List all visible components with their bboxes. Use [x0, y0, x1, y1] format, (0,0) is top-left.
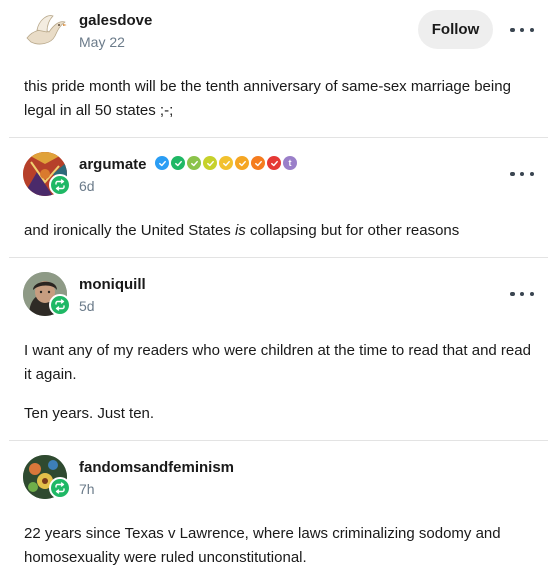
verified-badges: t — [155, 156, 297, 170]
post-fandomsandfeminism: fandomsandfeminism 7h 22 years since Tex… — [9, 440, 548, 582]
post-moniquill: moniquill 5d I want any of my readers wh… — [9, 257, 548, 440]
post-galesdove: galesdove May 22 Follow this pride month… — [9, 0, 548, 137]
more-options-icon[interactable] — [510, 22, 534, 38]
timestamp[interactable]: 6d — [79, 178, 95, 194]
post-body: I want any of my readers who were childr… — [24, 339, 534, 441]
paragraph: Ten years. Just ten. — [24, 405, 155, 422]
username[interactable]: argumate — [79, 156, 147, 173]
checkmark-badge-icon[interactable] — [251, 156, 265, 170]
tumblr-badge-icon[interactable]: t — [283, 156, 297, 170]
reblog-icon — [49, 294, 71, 316]
emphasis-text: is — [234, 222, 246, 239]
post-body: this pride month will be the tenth anniv… — [24, 75, 534, 138]
reblog-icon — [49, 477, 71, 499]
paragraph: and ironically the United States is coll… — [24, 219, 534, 243]
text-segment: and ironically the United States — [24, 222, 235, 239]
more-options-icon[interactable] — [510, 166, 534, 182]
more-options-icon[interactable] — [510, 286, 534, 302]
left-background — [0, 0, 9, 582]
paragraph: 22 years since Texas v Lawrence, where l… — [24, 525, 501, 566]
text-segment: collapsing but for other reasons — [245, 222, 460, 239]
timestamp[interactable]: May 22 — [79, 34, 125, 50]
checkmark-badge-icon[interactable] — [235, 156, 249, 170]
username[interactable]: galesdove — [79, 12, 152, 29]
paragraph: I want any of my readers who were childr… — [24, 342, 531, 383]
checkmark-badge-icon[interactable] — [171, 156, 185, 170]
checkmark-badge-icon[interactable] — [267, 156, 281, 170]
timestamp[interactable]: 7h — [79, 481, 95, 497]
checkmark-badge-icon[interactable] — [203, 156, 217, 170]
timestamp[interactable]: 5d — [79, 298, 95, 314]
post-body: and ironically the United States is coll… — [24, 219, 534, 258]
username[interactable]: fandomsandfeminism — [79, 459, 234, 476]
dove-avatar-image — [26, 15, 67, 45]
checkmark-badge-icon[interactable] — [187, 156, 201, 170]
paragraph: this pride month will be the tenth anniv… — [24, 78, 511, 119]
follow-button[interactable]: Follow — [418, 10, 493, 49]
reblog-icon — [49, 174, 71, 196]
post-body: 22 years since Texas v Lawrence, where l… — [24, 522, 534, 582]
reblog-thread: galesdove May 22 Follow this pride month… — [9, 0, 548, 582]
username[interactable]: moniquill — [79, 276, 146, 293]
right-background — [548, 0, 557, 582]
post-argumate: argumate t 6d and ironically the United … — [9, 137, 548, 257]
avatar-galesdove[interactable] — [23, 8, 67, 52]
checkmark-badge-icon[interactable] — [219, 156, 233, 170]
checkmark-badge-icon[interactable] — [155, 156, 169, 170]
